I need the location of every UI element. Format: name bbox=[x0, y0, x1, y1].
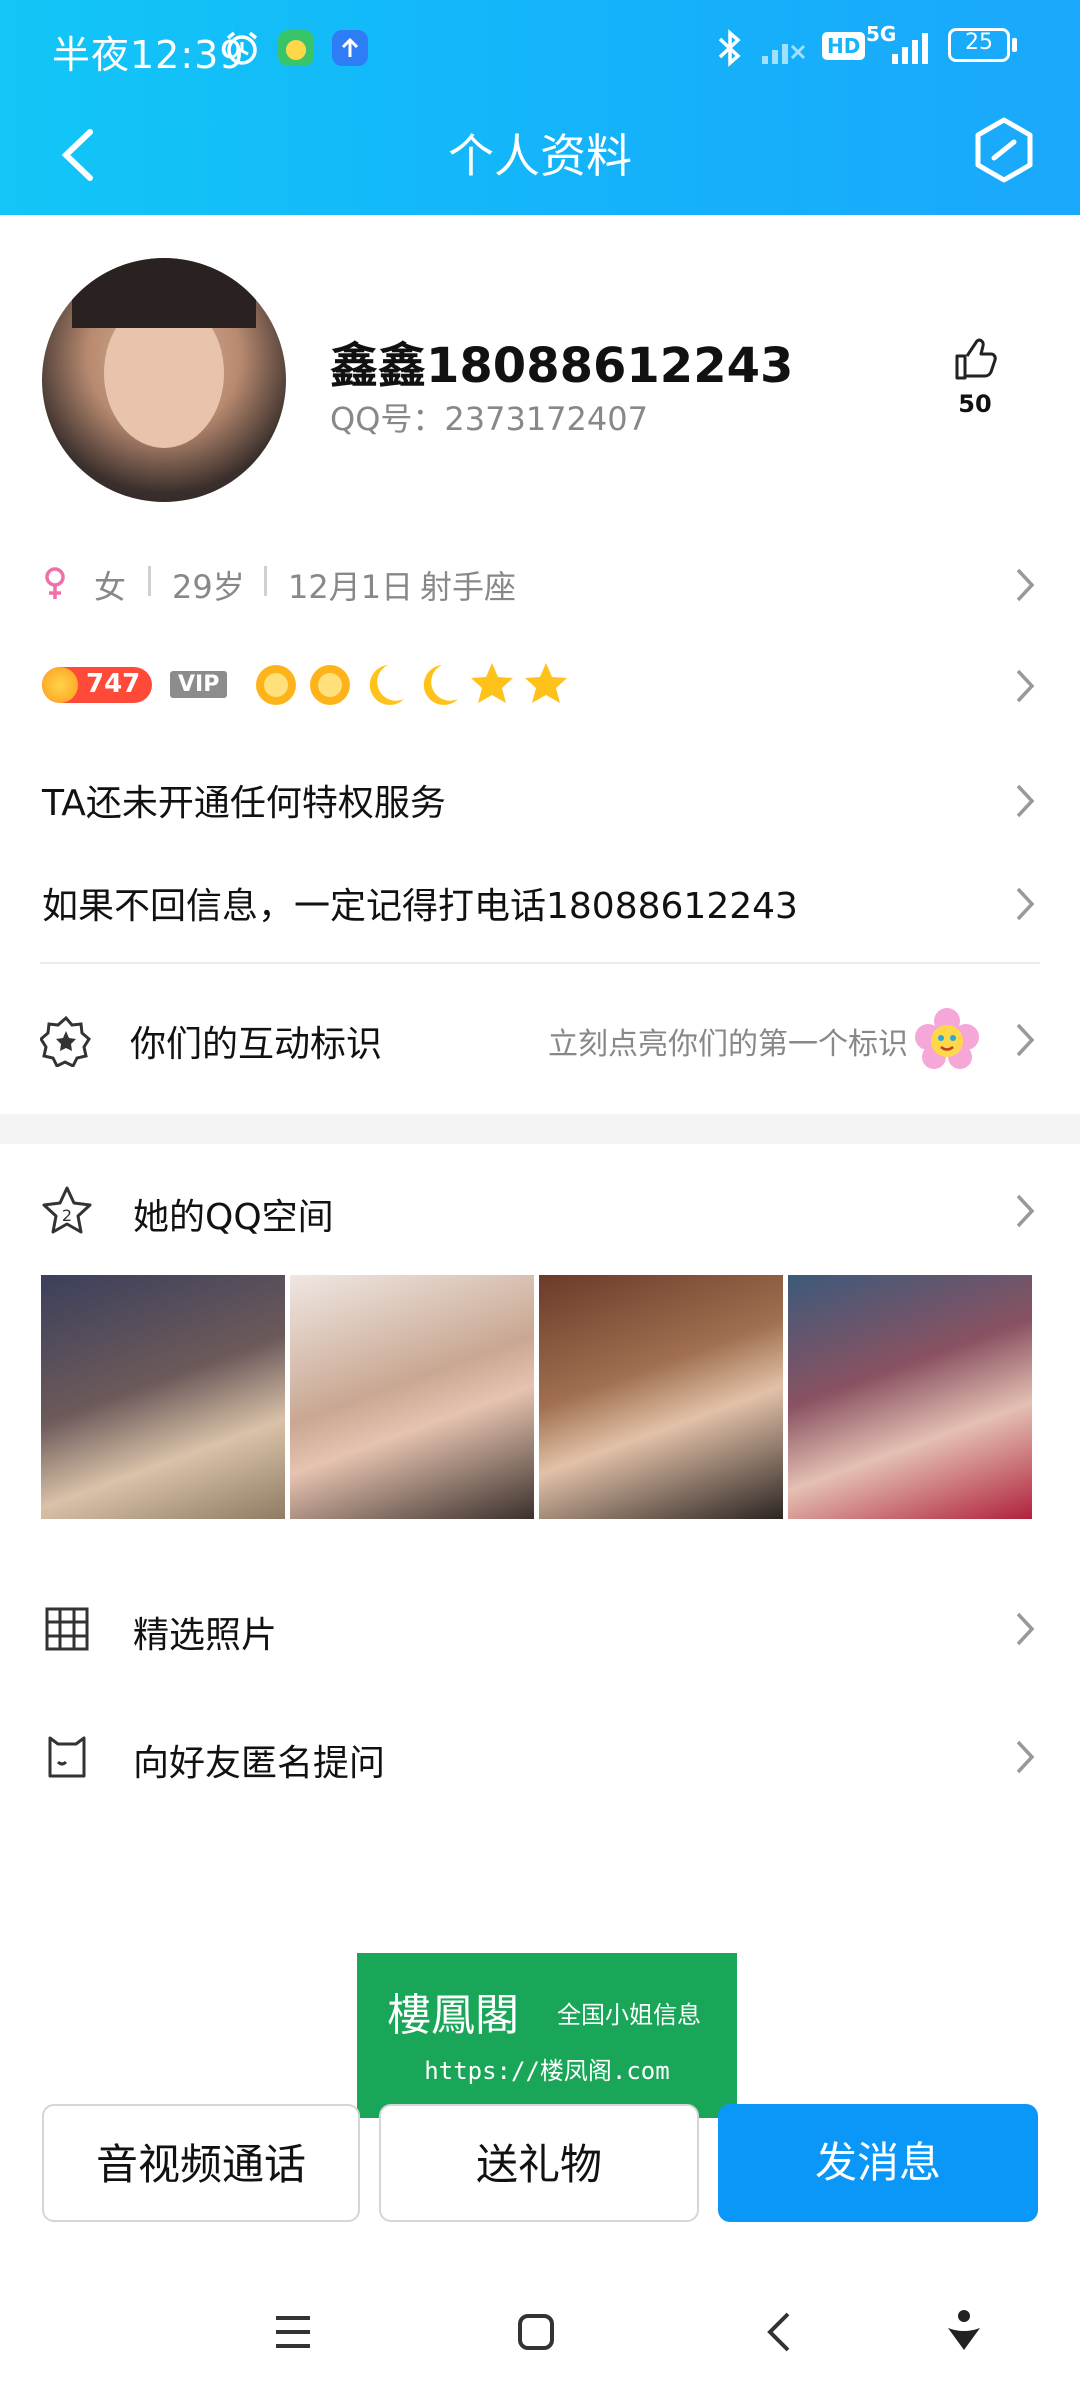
watermark: 樓鳳閣 全国小姐信息 https://楼凤阁.com bbox=[357, 1953, 737, 2118]
anonymous-question-label: 向好友匿名提问 bbox=[133, 1743, 386, 1784]
level-badge: 747 bbox=[42, 667, 152, 703]
featured-photos-label: 精选照片 bbox=[133, 1615, 278, 1656]
privilege-row[interactable]: TA还未开通任何特权服务 bbox=[0, 772, 1080, 828]
menu-icon[interactable] bbox=[272, 2312, 314, 2352]
video-call-button[interactable]: 音视频通话 bbox=[42, 2104, 360, 2222]
star-icon bbox=[471, 663, 513, 703]
qzone-photo[interactable] bbox=[788, 1275, 1032, 1519]
age-text: 29岁 bbox=[172, 568, 245, 606]
vip-badge: VIP bbox=[170, 671, 228, 698]
privilege-text: TA还未开通任何特权服务 bbox=[42, 783, 446, 824]
qzone-row[interactable]: 2 她的QQ空间 bbox=[0, 1180, 1080, 1240]
battery-icon: 25 bbox=[948, 28, 1010, 62]
chevron-right-icon bbox=[1016, 1740, 1035, 1774]
signature-row[interactable]: 如果不回信息，一定记得打电话18088612243 bbox=[0, 875, 1080, 931]
female-gender-icon bbox=[45, 567, 65, 599]
featured-photos-row[interactable]: 精选照片 bbox=[0, 1596, 1080, 1662]
level-row[interactable]: 747 VIP bbox=[0, 655, 1080, 715]
hexagon-settings-icon[interactable] bbox=[968, 114, 1040, 186]
level-points: 747 bbox=[86, 669, 141, 699]
alarm-icon bbox=[226, 31, 258, 65]
gender-text: 女 bbox=[94, 568, 127, 606]
assistant-icon[interactable] bbox=[944, 2308, 984, 2354]
signal-strong-icon bbox=[892, 33, 928, 64]
watermark-url: https://楼凤阁.com bbox=[424, 2057, 670, 2085]
separator bbox=[264, 566, 267, 596]
qzone-star-icon: 2 bbox=[42, 1186, 92, 1234]
bluetooth-icon bbox=[718, 29, 741, 67]
watermark-subtitle: 全国小姐信息 bbox=[557, 2001, 701, 2029]
basic-info-row[interactable]: 女 29岁 12月1日 射手座 bbox=[0, 560, 1080, 610]
send-message-button[interactable]: 发消息 bbox=[718, 2104, 1038, 2222]
interaction-hint: 立刻点亮你们的第一个标识 bbox=[548, 1027, 908, 1062]
sun-icon bbox=[310, 665, 350, 705]
avatar[interactable] bbox=[42, 258, 286, 502]
zodiac-text: 射手座 bbox=[420, 568, 517, 606]
qq-number: QQ号：2373172407 bbox=[330, 400, 648, 438]
section-gap bbox=[0, 1114, 1080, 1144]
nickname: 鑫鑫18088612243 bbox=[330, 338, 794, 394]
qzone-photo[interactable] bbox=[41, 1275, 285, 1519]
signal-weak-icon bbox=[762, 44, 806, 64]
chevron-right-icon bbox=[1016, 887, 1035, 921]
battery-level: 25 bbox=[965, 30, 993, 55]
like-button[interactable]: 50 bbox=[940, 336, 1010, 436]
upload-notification-icon bbox=[332, 30, 368, 66]
app-notification-icon bbox=[278, 30, 314, 66]
signature-text: 如果不回信息，一定记得打电话18088612243 bbox=[42, 886, 798, 927]
status-time: 半夜12:39 bbox=[52, 33, 245, 77]
system-nav-bar bbox=[0, 2280, 1080, 2400]
like-count: 50 bbox=[958, 390, 992, 418]
back-nav-icon[interactable] bbox=[764, 2310, 794, 2354]
interaction-badge-icon bbox=[40, 1015, 91, 1067]
avatar-hair bbox=[72, 258, 256, 328]
moon-icon bbox=[423, 665, 458, 705]
separator bbox=[148, 566, 151, 596]
question-box-icon bbox=[48, 1736, 86, 1778]
chevron-right-icon bbox=[1016, 1612, 1035, 1646]
anonymous-question-row[interactable]: 向好友匿名提问 bbox=[0, 1724, 1080, 1790]
thumbs-up-icon bbox=[955, 338, 997, 380]
chevron-right-icon bbox=[1016, 669, 1035, 703]
level-icons bbox=[256, 663, 567, 705]
send-gift-button[interactable]: 送礼物 bbox=[379, 2104, 699, 2222]
nav-bar: 个人资料 bbox=[0, 100, 1080, 215]
sun-icon bbox=[256, 665, 296, 705]
battery-tip bbox=[1012, 38, 1017, 52]
interaction-label: 你们的互动标识 bbox=[130, 1024, 383, 1065]
status-bar: 半夜12:39 HD 5G 25 bbox=[0, 0, 1080, 100]
moon-icon bbox=[369, 665, 404, 705]
birthday-text: 12月1日 bbox=[288, 568, 414, 606]
header: 半夜12:39 HD 5G 25 个人资料 bbox=[0, 0, 1080, 215]
hd-badge: HD bbox=[822, 32, 866, 60]
chevron-right-icon bbox=[1016, 784, 1035, 818]
star-icon bbox=[525, 663, 567, 703]
interaction-row[interactable]: 你们的互动标识 立刻点亮你们的第一个标识 bbox=[0, 1005, 1080, 1075]
chevron-right-icon bbox=[1016, 568, 1035, 602]
flower-mascot-icon bbox=[915, 1008, 979, 1069]
svg-text:2: 2 bbox=[62, 1206, 72, 1225]
level-coin-icon bbox=[42, 667, 78, 703]
qzone-label: 她的QQ空间 bbox=[133, 1197, 334, 1238]
grid-icon bbox=[45, 1607, 89, 1651]
divider bbox=[40, 962, 1040, 964]
qzone-photo[interactable] bbox=[290, 1275, 534, 1519]
page-title: 个人资料 bbox=[448, 129, 632, 183]
watermark-title: 樓鳳閣 bbox=[387, 1990, 519, 2041]
home-icon[interactable] bbox=[516, 2312, 556, 2352]
chevron-right-icon bbox=[1016, 1023, 1035, 1057]
qzone-photo[interactable] bbox=[539, 1275, 783, 1519]
chevron-right-icon bbox=[1016, 1194, 1035, 1228]
